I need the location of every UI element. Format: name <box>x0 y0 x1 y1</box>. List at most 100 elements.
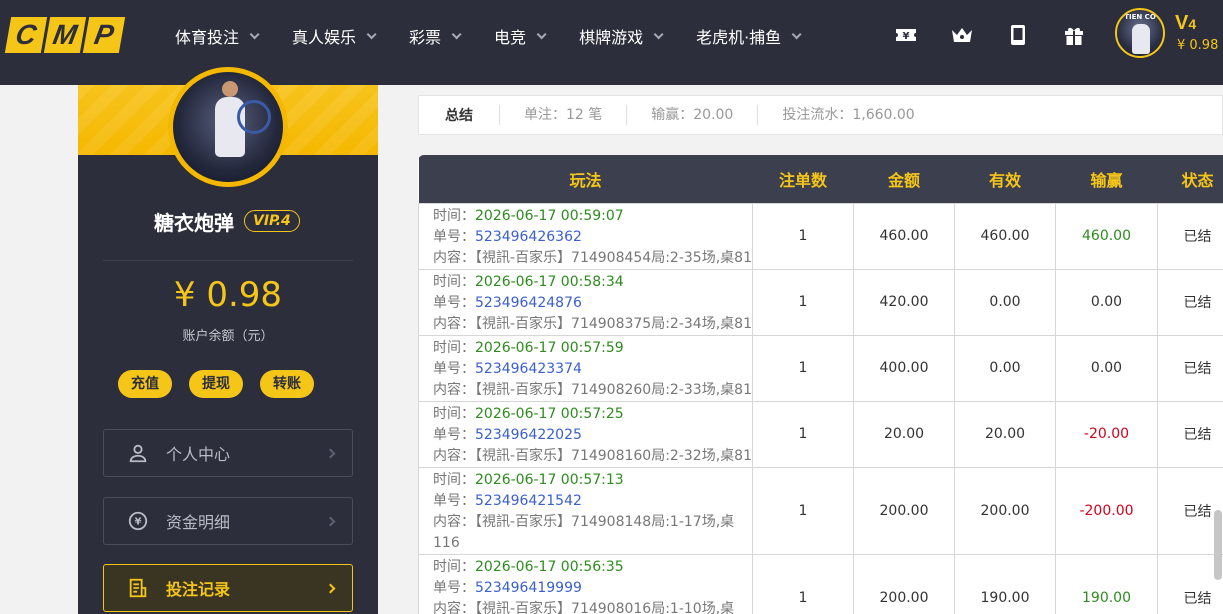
deposit-button[interactable]: 充值 <box>118 370 172 398</box>
logo-letter: P <box>82 17 126 53</box>
nav-card-games[interactable]: 棋牌游戏 <box>579 24 664 48</box>
table-header-row: 玩法 注单数 金额 有效 输赢 状态 <box>418 155 1223 203</box>
order-number-link[interactable]: 523496426362 <box>475 229 582 245</box>
table-row[interactable]: 时间：2026-06-17 00:58:34 单号：523496424876 内… <box>418 268 1223 336</box>
bet-count: 1 <box>752 334 854 402</box>
username: 糖衣炮弹 <box>154 211 234 235</box>
money-icon: ¥ <box>126 509 150 533</box>
bet-time: 2026-06-17 00:57:59 <box>475 339 624 356</box>
bet-detail-cell: 时间：2026-06-17 00:57:25 单号：523496422025 内… <box>418 400 753 468</box>
nav-label: 体育投注 <box>175 28 240 47</box>
bet-detail-cell: 时间：2026-06-17 00:59:07 单号：523496426362 内… <box>418 202 753 270</box>
time-label: 时间： <box>433 207 475 224</box>
menu-fund-details[interactable]: ¥ 资金明细 <box>103 497 353 545</box>
chevron-down-icon <box>366 28 377 39</box>
bet-time: 2026-06-17 00:57:13 <box>475 471 624 488</box>
bet-time: 2026-06-17 00:59:07 <box>475 207 624 224</box>
wallet-actions: 充值 提现 转账 <box>118 370 314 398</box>
table-row[interactable]: 时间：2026-06-17 00:59:07 单号：523496426362 内… <box>418 202 1223 270</box>
chevron-right-icon <box>325 583 336 594</box>
order-label: 单号： <box>433 360 475 377</box>
vip-badge: VIP.4 <box>244 210 300 232</box>
order-number-link[interactable]: 523496424876 <box>475 295 582 311</box>
bet-detail-cell: 时间：2026-06-17 00:57:59 单号：523496423374 内… <box>418 334 753 402</box>
content-label: 内容： <box>433 600 475 614</box>
content-label: 内容： <box>433 447 475 464</box>
bet-records-table-container: 玩法 注单数 金额 有效 输赢 状态 时间：2026-06-17 00:59:0… <box>418 155 1223 614</box>
vip-level: V4 <box>1175 12 1196 35</box>
bet-content: 【視訊-百家乐】714908016局:1-10场,桌116 <box>475 600 735 614</box>
table-row[interactable]: 时间：2026-06-17 00:56:35 单号：523496419999 内… <box>418 553 1223 614</box>
divider <box>103 260 353 261</box>
time-label: 时间： <box>433 273 475 290</box>
bet-content: 【視訊-百家乐】714908160局:2-32场,桌81 <box>475 447 752 464</box>
mobile-icon[interactable] <box>1005 22 1031 48</box>
order-label: 单号： <box>433 426 475 443</box>
bet-content: 【視訊-百家乐】714908260局:2-33场,桌81 <box>475 381 752 398</box>
nav-lottery[interactable]: 彩票 <box>409 24 462 48</box>
cmp-logo[interactable]: C M P <box>4 17 126 53</box>
bet-detail-cell: 时间：2026-06-17 00:58:34 单号：523496424876 内… <box>418 268 753 336</box>
ticket-icon[interactable]: ¥ <box>893 22 919 48</box>
bet-amount: 420.00 <box>853 268 955 336</box>
withdraw-button[interactable]: 提现 <box>189 370 243 398</box>
chevron-right-icon <box>325 516 336 527</box>
table-row[interactable]: 时间：2026-06-17 00:57:25 单号：523496422025 内… <box>418 400 1223 468</box>
content-label: 内容： <box>433 381 475 398</box>
bet-count: 1 <box>752 553 854 614</box>
order-number-link[interactable]: 523496422025 <box>475 427 582 443</box>
summary-turnover: 投注流水：1,660.00 <box>757 105 938 125</box>
order-label: 单号： <box>433 492 475 509</box>
bet-valid: 460.00 <box>954 202 1056 270</box>
order-label: 单号： <box>433 228 475 245</box>
chevron-down-icon <box>536 28 547 39</box>
bet-valid: 20.00 <box>954 400 1056 468</box>
nav-live-casino[interactable]: 真人娱乐 <box>292 24 377 48</box>
menu-personal-center[interactable]: 个人中心 <box>103 429 353 477</box>
bet-win-loss: -200.00 <box>1055 466 1158 555</box>
table-row[interactable]: 时间：2026-06-17 00:57:59 单号：523496423374 内… <box>418 334 1223 402</box>
header-avatar[interactable]: TIEN CO <box>1115 8 1165 58</box>
bet-win-loss: 190.00 <box>1055 553 1158 614</box>
bet-count: 1 <box>752 268 854 336</box>
bet-summary-bar: 总结 单注：12 笔 输赢：20.00 投注流水：1,660.00 <box>418 95 1223 135</box>
crown-icon[interactable] <box>949 22 975 48</box>
bet-win-loss: 0.00 <box>1055 268 1158 336</box>
order-number-link[interactable]: 523496423374 <box>475 361 582 377</box>
col-header-status: 状态 <box>1181 170 1214 190</box>
order-label: 单号： <box>433 294 475 311</box>
account-sidebar: 糖衣炮弹 VIP.4 ¥ 0.98 账户余额（元） 充值 提现 转账 个人中心 … <box>78 67 378 614</box>
content-label: 内容： <box>433 513 475 530</box>
nav-label: 老虎机·捕鱼 <box>696 28 782 47</box>
bet-amount: 200.00 <box>853 553 955 614</box>
menu-label: 资金明细 <box>166 513 231 532</box>
table-scrollbar[interactable] <box>1214 510 1222 580</box>
order-number-link[interactable]: 523496419999 <box>475 580 582 596</box>
header-balance: ¥ 0.98 <box>1177 38 1219 53</box>
nav-esports[interactable]: 电竞 <box>494 24 547 48</box>
nav-label: 真人娱乐 <box>292 28 357 47</box>
transfer-button[interactable]: 转账 <box>260 370 314 398</box>
main-nav: 体育投注 真人娱乐 彩票 电竞 棋牌游戏 老虎机·捕鱼 <box>175 0 834 72</box>
bet-content: 【視訊-百家乐】714908454局:2-35场,桌81 <box>475 249 752 266</box>
logo-letter: M <box>43 17 87 53</box>
nav-slots-fishing[interactable]: 老虎机·捕鱼 <box>696 24 802 48</box>
team-logo-icon <box>237 100 271 134</box>
bet-status: 已结 <box>1157 400 1223 468</box>
time-label: 时间： <box>433 405 475 422</box>
bet-amount: 20.00 <box>853 400 955 468</box>
svg-text:¥: ¥ <box>134 517 141 528</box>
account-balance: ¥ 0.98 <box>173 275 283 315</box>
bet-detail-cell: 时间：2026-06-17 00:56:35 单号：523496419999 内… <box>418 553 753 614</box>
summary-title: 总结 <box>445 108 473 124</box>
col-header-game: 玩法 <box>569 170 602 190</box>
order-number-link[interactable]: 523496421542 <box>475 493 582 509</box>
nav-sports[interactable]: 体育投注 <box>175 24 260 48</box>
bet-status: 已结 <box>1157 202 1223 270</box>
gift-icon[interactable] <box>1061 22 1087 48</box>
bet-win-loss: 460.00 <box>1055 202 1158 270</box>
table-row[interactable]: 时间：2026-06-17 00:57:13 单号：523496421542 内… <box>418 466 1223 555</box>
menu-bet-records[interactable]: 投注记录 <box>103 564 353 612</box>
bet-status: 已结 <box>1157 334 1223 402</box>
profile-avatar[interactable] <box>168 67 288 187</box>
